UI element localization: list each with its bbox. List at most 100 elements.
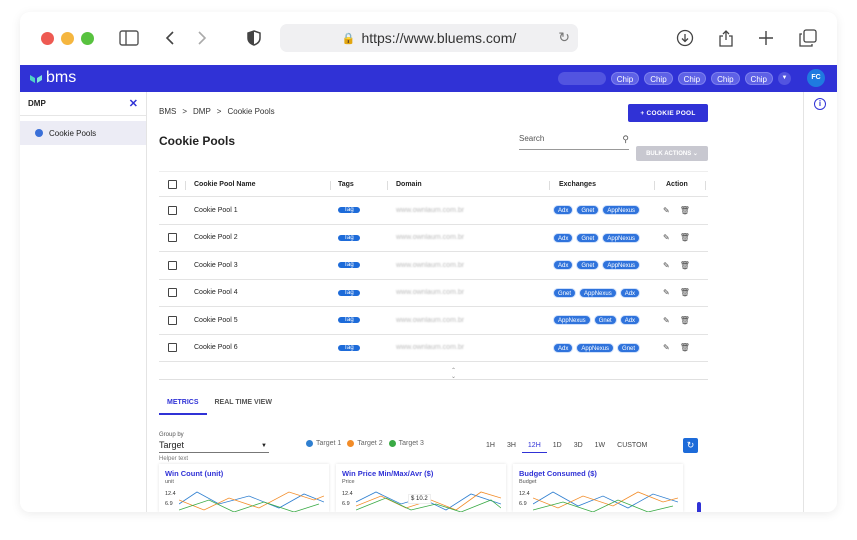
cookie-pool-name[interactable]: Cookie Pool 4 [194, 289, 238, 296]
group-by-value-field[interactable]: Target ▼ [159, 440, 269, 453]
minimize-window-button[interactable] [61, 32, 74, 45]
tag-chip[interactable]: Tag [338, 289, 360, 296]
legend-item[interactable]: Target 2 [347, 440, 383, 447]
exchange-chip[interactable]: AppNexus [602, 205, 641, 216]
bms-logo[interactable]: bms [30, 69, 76, 87]
edit-icon[interactable]: ✎ [663, 288, 670, 297]
exchange-chip[interactable]: AppNexus [602, 232, 641, 243]
breadcrumb-dmp[interactable]: DMP [193, 107, 211, 116]
delete-icon[interactable]: 🗑 [680, 233, 690, 242]
tag-chip[interactable]: Tag [338, 344, 360, 351]
header-name[interactable]: Cookie Pool Name [194, 181, 255, 188]
table-row[interactable]: Cookie Pool 3 Tag www.ownlaum.com.br Adx… [159, 252, 708, 280]
exchange-chip[interactable]: Gnet [576, 260, 600, 271]
range-custom[interactable]: CUSTOM [611, 442, 653, 453]
legend-item[interactable]: Target 3 [388, 440, 424, 447]
exchange-chip[interactable]: Gnet [576, 232, 600, 243]
new-tab-icon[interactable] [754, 26, 778, 50]
address-bar[interactable]: 🔒 https://www.bluems.com/ ↻ [280, 24, 578, 52]
bulk-actions-button[interactable]: BULK ACTIONS ⌄ [636, 146, 708, 161]
tag-chip[interactable]: Tag [338, 262, 360, 269]
row-checkbox[interactable] [168, 288, 177, 298]
exchange-chip[interactable]: AppNexus [576, 342, 615, 353]
group-by-select[interactable]: Group by Target ▼ Helper text [159, 432, 269, 462]
header-chip[interactable]: Chip [711, 72, 740, 85]
cookie-pool-name[interactable]: Cookie Pool 2 [194, 234, 238, 241]
table-row[interactable]: Cookie Pool 2 Tag www.ownlaum.com.br Adx… [159, 225, 708, 252]
maximize-window-button[interactable] [81, 32, 94, 45]
header-tags[interactable]: Tags [338, 181, 354, 188]
range-3h[interactable]: 3H [501, 442, 522, 453]
scrollbar[interactable] [697, 502, 701, 512]
range-1h[interactable]: 1H [480, 442, 501, 453]
exchange-chip[interactable]: Adx [619, 287, 641, 298]
row-checkbox[interactable] [168, 343, 177, 353]
table-row[interactable]: Cookie Pool 1 Tag www.ownlaum.com.br Adx… [159, 197, 708, 225]
tag-chip[interactable]: Tag [338, 317, 360, 324]
info-icon[interactable]: i [814, 98, 826, 110]
exchange-chip[interactable]: Adx [553, 205, 574, 216]
cookie-pool-name[interactable]: Cookie Pool 5 [194, 317, 238, 324]
range-1d[interactable]: 1D [547, 442, 568, 453]
exchange-chip[interactable]: Adx [553, 232, 574, 243]
exchange-chip[interactable]: Gnet [617, 342, 641, 353]
forward-icon[interactable] [190, 26, 214, 50]
add-cookie-pool-button[interactable]: + COOKIE POOL [628, 104, 708, 122]
sidebar-item-cookie-pools[interactable]: Cookie Pools [20, 121, 146, 145]
row-checkbox[interactable] [168, 260, 177, 270]
exchange-chip[interactable]: AppNexus [602, 260, 641, 271]
chevron-down-icon[interactable]: ▼ [778, 72, 791, 85]
search-input[interactable]: Search ⚲ [519, 134, 629, 150]
close-icon[interactable]: ✕ [129, 97, 138, 110]
header-chip[interactable]: Chip [644, 72, 673, 85]
breadcrumb-bms[interactable]: BMS [159, 107, 176, 116]
exchange-chip[interactable]: Adx [553, 342, 574, 353]
exchange-chip[interactable]: Adx [553, 260, 574, 271]
legend-item[interactable]: Target 1 [306, 440, 341, 447]
tab-metrics[interactable]: METRICS [159, 399, 207, 415]
exchange-chip[interactable]: Gnet [553, 287, 577, 298]
row-checkbox[interactable] [168, 233, 177, 243]
cookie-pool-name[interactable]: Cookie Pool 6 [194, 344, 238, 351]
download-icon[interactable] [673, 26, 697, 50]
tag-chip[interactable]: Tag [338, 234, 360, 241]
table-row[interactable]: Cookie Pool 5 Tag www.ownlaum.com.br App… [159, 307, 708, 335]
tab-real-time-view[interactable]: REAL TIME VIEW [207, 399, 280, 415]
search-icon[interactable]: ⚲ [622, 134, 629, 145]
table-row[interactable]: Cookie Pool 6 Tag www.ownlaum.com.br Adx… [159, 335, 708, 362]
table-row[interactable]: Cookie Pool 4 Tag www.ownlaum.com.br Gne… [159, 280, 708, 307]
exchange-chip[interactable]: Gnet [576, 205, 600, 216]
edit-icon[interactable]: ✎ [663, 316, 670, 325]
header-domain[interactable]: Domain [396, 181, 422, 188]
avatar[interactable]: FC [807, 69, 825, 87]
exchange-chip[interactable]: Gnet [593, 315, 617, 326]
delete-icon[interactable]: 🗑 [680, 261, 690, 270]
exchange-chip[interactable]: Adx [619, 315, 641, 326]
exchange-chip[interactable]: AppNexus [553, 315, 591, 326]
delete-icon[interactable]: 🗑 [680, 206, 690, 215]
exchange-chip[interactable]: AppNexus [579, 287, 617, 298]
row-checkbox[interactable] [168, 205, 177, 215]
delete-icon[interactable]: 🗑 [680, 288, 690, 297]
refresh-icon[interactable]: ↻ [683, 438, 698, 453]
edit-icon[interactable]: ✎ [663, 206, 670, 215]
account-selector[interactable] [557, 72, 606, 85]
header-chip[interactable]: Chip [744, 72, 773, 85]
share-icon[interactable] [714, 26, 738, 50]
header-exchanges[interactable]: Exchanges [559, 181, 596, 188]
reload-icon[interactable]: ↻ [558, 29, 570, 46]
close-window-button[interactable] [41, 32, 54, 45]
edit-icon[interactable]: ✎ [663, 233, 670, 242]
select-all-checkbox[interactable] [168, 179, 177, 189]
header-chip[interactable]: Chip [610, 72, 640, 85]
edit-icon[interactable]: ✎ [663, 343, 670, 352]
row-checkbox[interactable] [168, 315, 177, 325]
tabs-overview-icon[interactable] [796, 26, 820, 50]
range-1w[interactable]: 1W [589, 442, 612, 453]
range-3d[interactable]: 3D [568, 442, 589, 453]
cookie-pool-name[interactable]: Cookie Pool 3 [194, 262, 238, 269]
sidebar-toggle-icon[interactable] [117, 26, 141, 50]
header-chip[interactable]: Chip [677, 72, 707, 85]
edit-icon[interactable]: ✎ [663, 261, 670, 270]
cookie-pool-name[interactable]: Cookie Pool 1 [194, 207, 238, 214]
